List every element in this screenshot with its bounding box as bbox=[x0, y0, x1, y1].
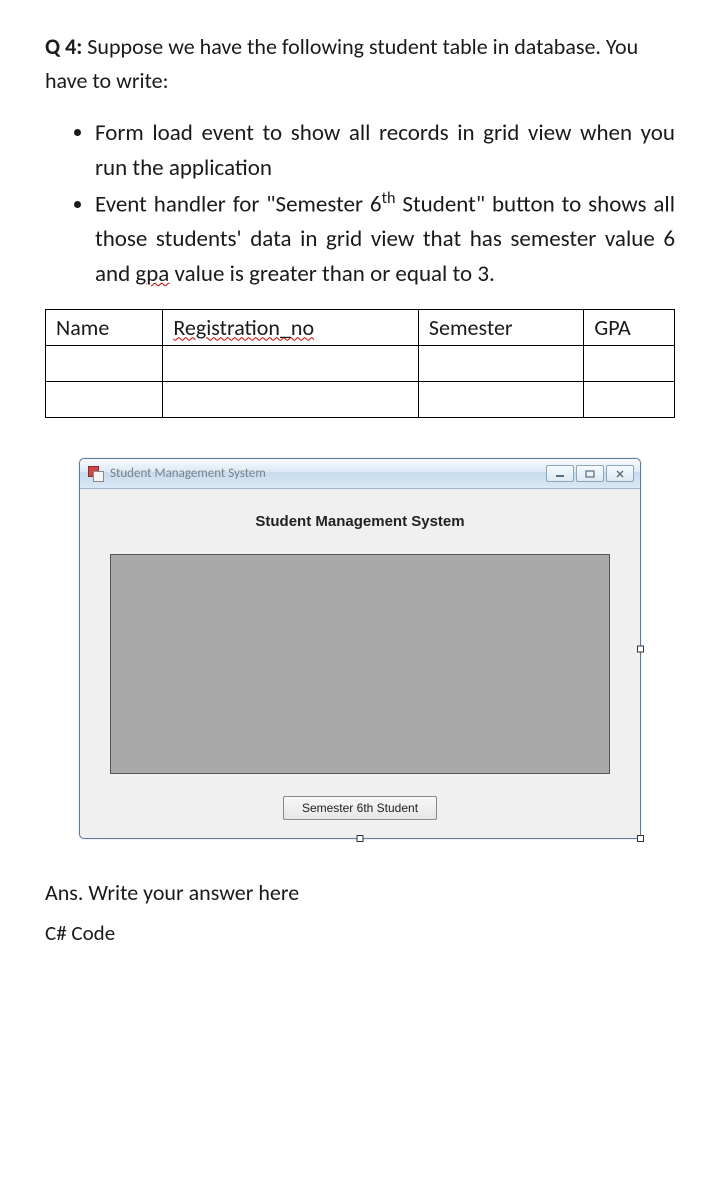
maximize-button[interactable] bbox=[576, 465, 604, 482]
form-body: Student Management System Semester 6th S… bbox=[80, 489, 640, 838]
minimize-icon bbox=[555, 470, 565, 478]
maximize-icon bbox=[585, 470, 595, 478]
question-header: Q 4: Suppose we have the following stude… bbox=[45, 30, 675, 98]
resize-handle-right[interactable] bbox=[637, 645, 644, 652]
window-controls bbox=[546, 465, 634, 482]
table-cell bbox=[46, 346, 163, 382]
table-row bbox=[46, 346, 675, 382]
bullet-text-part: value is greater than or equal to 3. bbox=[169, 260, 494, 288]
answer-prompt: Ans. Write your answer here bbox=[45, 879, 675, 906]
close-button[interactable] bbox=[606, 465, 634, 482]
table-header-row: Name Registration_no Semester GPA bbox=[46, 310, 675, 346]
table-row bbox=[46, 382, 675, 418]
spellcheck-word: gpa bbox=[135, 260, 169, 288]
column-header: Registration_no bbox=[163, 310, 419, 346]
winform-window: Student Management System Student Manage… bbox=[79, 458, 641, 839]
bullet-text-part: Event handler for "Semester 6 bbox=[95, 191, 382, 219]
table-cell bbox=[46, 382, 163, 418]
table-cell bbox=[418, 382, 583, 418]
column-header: GPA bbox=[584, 310, 675, 346]
column-header: Name bbox=[46, 310, 163, 346]
semester-6th-student-button[interactable]: Semester 6th Student bbox=[283, 796, 437, 820]
question-intro: Suppose we have the following student ta… bbox=[45, 33, 638, 94]
table-cell bbox=[584, 346, 675, 382]
bullet-item: Form load event to show all records in g… bbox=[95, 116, 675, 185]
app-icon bbox=[88, 466, 104, 482]
datagrid-view[interactable] bbox=[110, 554, 610, 774]
table-cell bbox=[163, 346, 419, 382]
schema-table: Name Registration_no Semester GPA bbox=[45, 309, 675, 418]
bullet-list: Form load event to show all records in g… bbox=[45, 116, 675, 291]
bullet-item: Event handler for "Semester 6th Student"… bbox=[95, 187, 675, 291]
table-cell bbox=[418, 346, 583, 382]
resize-handle-corner[interactable] bbox=[637, 835, 644, 842]
window-title: Student Management System bbox=[110, 466, 546, 481]
close-icon bbox=[615, 470, 625, 478]
ordinal-suffix: th bbox=[382, 189, 396, 208]
resize-handle-bottom[interactable] bbox=[357, 835, 364, 842]
question-label: Q 4: bbox=[45, 33, 82, 60]
table-cell bbox=[163, 382, 419, 418]
minimize-button[interactable] bbox=[546, 465, 574, 482]
column-header: Semester bbox=[418, 310, 583, 346]
bullet-text: Form load event to show all records in g… bbox=[95, 119, 675, 182]
code-heading: C# Code bbox=[45, 920, 675, 946]
titlebar[interactable]: Student Management System bbox=[80, 459, 640, 489]
form-heading: Student Management System bbox=[102, 513, 618, 530]
table-cell bbox=[584, 382, 675, 418]
